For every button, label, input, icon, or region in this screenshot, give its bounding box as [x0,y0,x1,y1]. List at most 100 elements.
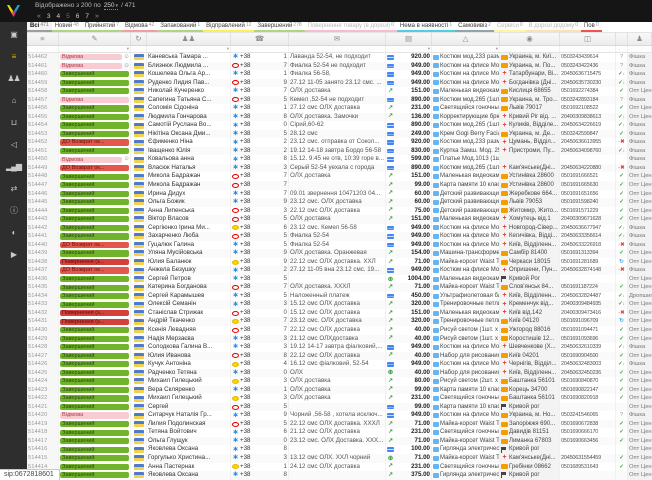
sidebar-item-orders-list[interactable]: ≡ [0,46,27,68]
table-row[interactable]: 514433ЗавершенийОлексій Семанін+38315.12… [27,300,652,309]
table-row[interactable]: 514447ЗавершенийМикола Бадражан+38799.00… [27,181,652,190]
table-row[interactable]: 514438Повернення (з...Юлия Баланюк+38922… [27,258,652,267]
table-row[interactable]: 514440ДО Возврат ок...Гуцалюк Галина+385… [27,241,652,250]
table-row[interactable]: 514443ЗавершенийВіктор Власов+385ОЛХ дос… [27,215,652,224]
table-row[interactable]: 514461Відмова⊙Близнюк Людмила ...+387Фиа… [27,62,652,71]
last-page-icon[interactable]: » [95,13,99,20]
table-row[interactable]: 514459ЗавершенийРуденко Лидия Пав...+389… [27,79,652,88]
column-header-ttn[interactable]: ◫ [560,33,616,45]
table-row[interactable]: 514450Відмова⊙Ковальова анна+38815.12. 9… [27,155,652,164]
sidebar-item-dashboard[interactable]: ▣ [0,24,27,46]
table-row[interactable]: 514426ЗавершенийКучук Антоніна+38416.12 … [27,360,652,369]
table-row[interactable]: 514451ЗавершенийІващенко Юлія+38219.12 1… [27,147,652,156]
tab-Запакований[interactable]: Запакований1 [157,22,203,32]
table-row[interactable]: 514425ЗавершенийРадченко Тетяна+380ОЛХ40… [27,369,652,378]
table-row[interactable]: 514449ДО Возврат ок...Власюк Наталья+383… [27,164,652,173]
sidebar-item-theme[interactable]: ◐ [0,222,27,244]
tab-Прийнятий[interactable]: Прийнятий7 [82,22,122,32]
table-row[interactable]: 514462Відмова⊙Каневська Тамара ...+381Ла… [27,53,652,62]
filter-dropdown-price[interactable] [386,46,432,52]
table-row[interactable]: 514413ЗавершенийЯковлева Оксана+388375.0… [27,471,652,480]
table-row[interactable]: 514432Повернення (з...Станіслав Стрижак+… [27,309,652,318]
column-header-name[interactable]: ♟♟ [147,33,231,45]
tab-Всі[interactable]: Всі471 [27,22,52,32]
first-page-icon[interactable]: « [37,13,41,20]
table-row[interactable]: 514453ЗавершенийНікітіна Оксана Дми...+3… [27,130,652,139]
filter-dropdown-status[interactable] [59,46,131,52]
table-row[interactable]: 514421ЗавершенийСергей+38599.00Карта пам… [27,403,652,412]
column-header-check[interactable] [616,33,628,45]
page-size-dropdown[interactable]: 250 [104,2,118,10]
tab-Новий[interactable]: Новий48 [52,22,82,32]
table-row[interactable]: 514456ЗавершенийСоломія Сідоніна+38127.1… [27,104,652,113]
sidebar-item-info[interactable]: ⓘ [0,200,27,222]
table-row[interactable]: 514452ДО Возврат ок...Єфименко Ніна+3822… [27,138,652,147]
page-number[interactable]: 7 [85,13,89,20]
column-header-phone[interactable]: ☎ [231,33,289,45]
tab-Нема в наявності[interactable]: Нема в наявності1 [397,22,455,32]
column-header-id[interactable]: ≡ [27,33,59,45]
table-row[interactable]: 514434ЗавершенийСергей Карамышев+385Нало… [27,292,652,301]
page-number[interactable]: 5 [66,13,70,20]
tab-Пов[interactable]: Пов0 [581,22,602,32]
table-row[interactable]: 514457ВідмоваСапегина Татьяна С...+385Ке… [27,96,652,105]
table-row[interactable]: 514418ЗавершенийТетяна Войтович+38621.12… [27,428,652,437]
page-number[interactable]: 3 [47,13,51,20]
phone-last-digit: 3 [284,164,287,173]
table-row[interactable]: 514423ЗавершенийВера Скляренко+381ОЛХ до… [27,386,652,395]
table-row[interactable]: 514458ЗавершенийНиколай Кучеренко+387ОЛХ… [27,87,652,96]
tab-В дорозі додому[interactable]: В дорозі додому0 [526,22,581,32]
table-row[interactable]: 514414ЗавершенийАнна Пастернак+38124.12 … [27,463,652,472]
table-row[interactable]: 514442ЗавершенийСергіюнко Ірина Ми...+38… [27,224,652,233]
sidebar-item-company[interactable]: ⌂ [0,90,27,112]
table-row[interactable]: 514455ЗавершенийЛюдмила Гончарова+388ОЛХ… [27,113,652,122]
filter-dropdown-name[interactable] [147,46,231,52]
column-header-manager[interactable]: ♟ [628,33,652,45]
tab-Самовивіз[interactable]: Самовивіз2 [455,22,494,32]
page-number[interactable]: 6 [76,13,80,20]
table-row[interactable]: 514436ЗавершенийСергей Петров+3851004.00… [27,275,652,284]
sidebar-item-integrations[interactable]: ⇄ [0,178,27,200]
table-row[interactable]: 514460ЗавершенийКошелева Ольга Ар...+381… [27,70,652,79]
tab-Відмова[interactable]: Відмова42 [122,22,157,32]
tab-Відправлений[interactable]: Відправлений12 [203,22,254,32]
table-row[interactable]: 514431Повернення (з...Андрій Ткаченко+38… [27,317,652,326]
table-row[interactable]: 514415ЗавершенийГоргулько Христина...+38… [27,454,652,463]
filter-dropdown-product[interactable] [432,46,500,52]
column-header-product[interactable]: △ [432,33,500,45]
table-row[interactable]: 514416ЗавершенийЯковлева Оксана+388100.0… [27,445,652,454]
sidebar-item-stats[interactable]: ▂▄▆ [0,156,27,178]
table-row[interactable]: 514444ЗавершенийАнна Липенська+38322.12 … [27,207,652,216]
tab-Повернення товару (в дорозі)[interactable]: Повернення товару (в дорозі)0 [305,22,397,32]
column-header-flag[interactable]: ↻ [131,33,147,45]
table-row[interactable]: 514417ЗавершенийОльга Глущук+38023.12 см… [27,437,652,446]
tab-Сервіси[interactable]: Сервіси0 [494,22,526,32]
column-header-status[interactable]: ✎ [59,33,131,45]
table-row[interactable]: 514441ЗавершенийЗахарченко Люба+385Фиалк… [27,232,652,241]
table-row[interactable]: 514446ЗавершенийИрина Дидух+38709.01 зве… [27,190,652,199]
sidebar-item-video-help[interactable]: ▶ [0,244,27,266]
table-row[interactable]: 514439ЗавершенийУляна Мусійовська+389ОЛХ… [27,249,652,258]
column-header-comment[interactable]: ✉ [289,33,386,45]
table-row[interactable]: 514448ЗавершенийМикола Бадражан+387ОЛХ д… [27,172,652,181]
table-row[interactable]: 514430ЗавершенийКсенія Левадняя+38722.12… [27,326,652,335]
table-row[interactable]: 514429ЗавершенийНадія Мерзаєва+38321.12 … [27,335,652,344]
table-row[interactable]: 514424ЗавершенийМихаил Гилецький+383ОЛХ … [27,377,652,386]
table-row[interactable]: 514437ДО Возврат ок...Анжела Безушку+382… [27,266,652,275]
table-row[interactable]: 514420ВідмоваСитарчук Наталія Гр...+389Ч… [27,411,652,420]
sidebar-item-cart[interactable]: ⊔ [0,112,27,134]
sidebar-item-users[interactable]: ♟♟ [0,68,27,90]
table-row[interactable]: 514422ЗавершенийМихаил Гилецький+383ОЛХ … [27,394,652,403]
table-row[interactable]: 514428ЗавершенийСолодкова Галина В...+38… [27,343,652,352]
table-row[interactable]: 514435ЗавершенийКатерина Богданова+387ОЛ… [27,283,652,292]
table-row[interactable]: 514419ЗавершенийЛилия Подолинская+38522.… [27,420,652,429]
table-row[interactable]: 514445ЗавершенийОльга Божик+38923.12 смс… [27,198,652,207]
page-number[interactable]: 4 [57,13,61,20]
column-header-price[interactable]: ▤ [386,33,432,45]
tab-Завершений[interactable]: Завершений278 [254,22,304,32]
table-row[interactable]: 514427ЗавершенийЮлия Иванова+38822.12 см… [27,352,652,361]
sidebar-item-announcements[interactable]: ◁ [0,134,27,156]
column-header-address[interactable]: ◉ [500,33,560,45]
table-row[interactable]: 514454ЗавершенийСамотій Руслана Во...+38… [27,121,652,130]
app-logo[interactable] [0,0,27,22]
